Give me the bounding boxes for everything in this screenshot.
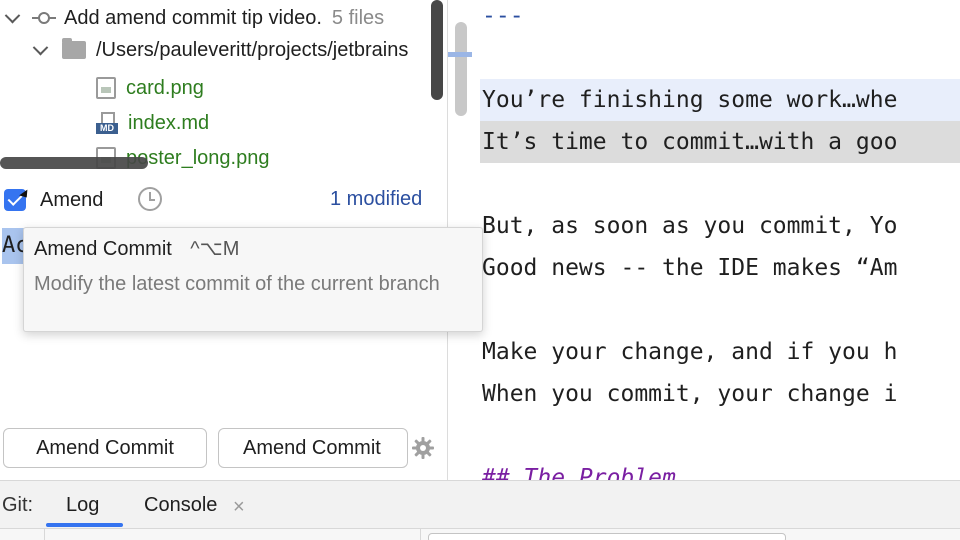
gear-icon[interactable] [411,436,435,460]
file-item-card[interactable]: card.png [96,72,204,104]
chevron-down-icon[interactable] [2,8,22,28]
markdown-file-icon: MD [96,112,118,134]
editor-line: Good news -- the IDE makes “Am [482,255,898,281]
folder-tree-node[interactable]: /Users/pauleveritt/projects/jetbrains [30,34,408,66]
amend-checkbox[interactable]: Amend [4,184,103,216]
amend-commit-and-push-button[interactable]: Amend Commit [218,428,408,468]
editor-line: --- [482,3,524,29]
amend-commit-button[interactable]: Amend Commit [3,428,207,468]
editor-scrollbar[interactable] [455,22,467,116]
file-name: poster_long.png [126,146,270,169]
editor-line: Make your change, and if you h [482,339,898,365]
chevron-down-icon[interactable] [30,40,50,60]
amend-label: Amend [40,188,104,211]
horizontal-scrollbar[interactable] [0,157,148,169]
file-name: index.md [128,111,210,134]
toolbar-divider [420,528,421,540]
amend-commit-tooltip: Amend Commit ^⌥M Modify the latest commi… [23,227,483,332]
modified-count-link[interactable]: 1 modified [330,188,422,211]
editor-line: ## The Problem [482,465,676,480]
markdown-editor[interactable]: --- You’re finishing some work…whe It’s … [448,0,960,480]
active-tab-indicator [46,523,123,527]
commit-tree-node[interactable]: Add amend commit tip video. 5 files [2,2,384,34]
close-icon[interactable]: × [233,496,245,519]
file-count-label: 5 files [331,6,385,29]
editor-line: It’s time to commit…with a goo [482,129,898,155]
tooltip-title: Amend Commit [34,238,172,260]
file-name: card.png [126,76,204,99]
tooltip-description: Modify the latest commit of the current … [34,273,440,295]
commit-icon [32,8,56,28]
editor-line: When you commit, your change i [482,381,898,407]
toolbar-divider [44,528,45,540]
editor-line: You’re finishing some work…whe [482,87,898,113]
tab-log[interactable]: Log [66,494,99,517]
tooltip-shortcut: ^⌥M [190,238,240,260]
history-icon[interactable] [138,187,162,211]
folder-path-label: /Users/pauleveritt/projects/jetbrains [96,38,409,61]
log-search-field[interactable] [428,533,786,540]
vertical-scrollbar[interactable] [431,0,443,100]
folder-icon [62,38,86,59]
image-file-icon [96,77,116,99]
editor-line: But, as soon as you commit, Yo [482,213,898,239]
commit-message-label: Add amend commit tip video. [64,6,322,29]
git-tool-label: Git: [2,494,34,516]
change-marker [448,52,472,57]
tab-console[interactable]: Console [144,494,217,517]
file-item-index[interactable]: MD index.md [96,107,209,139]
